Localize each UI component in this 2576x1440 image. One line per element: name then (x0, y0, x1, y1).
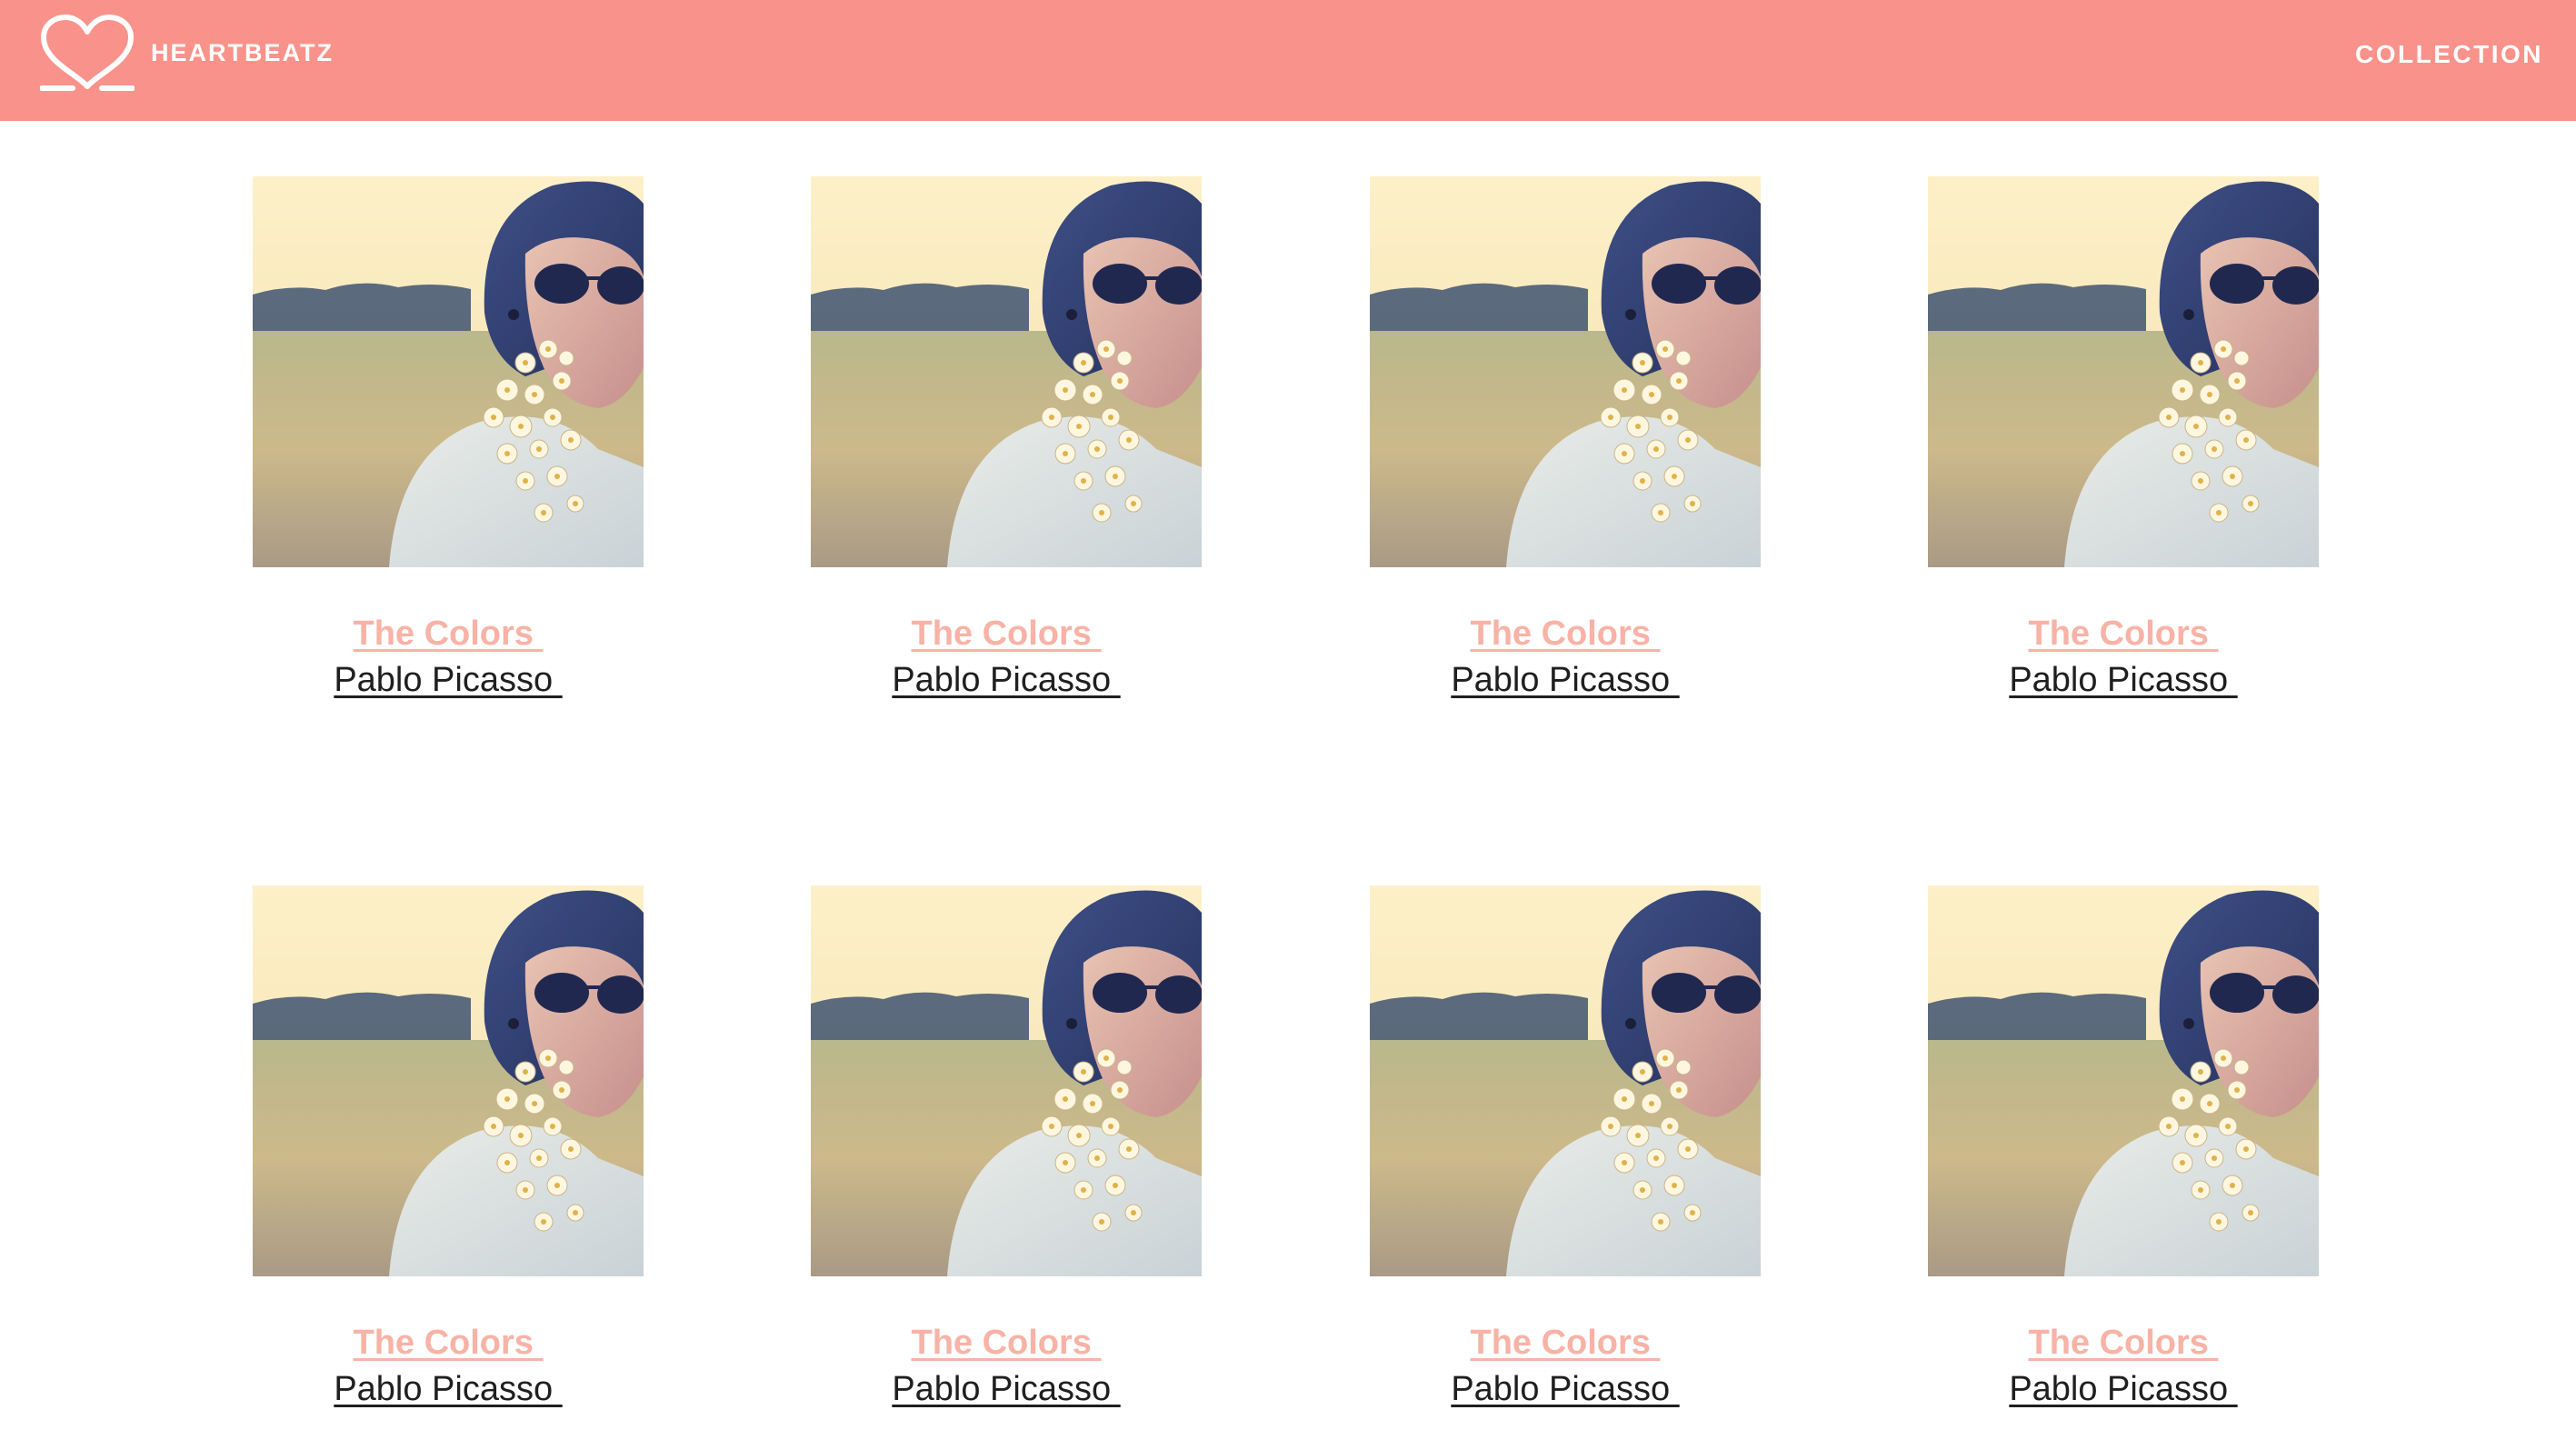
album-artist-link[interactable]: Pablo Picasso (1451, 661, 1679, 700)
album-cover-image[interactable] (811, 885, 1202, 1276)
album-artist-link[interactable]: Pablo Picasso (1451, 1370, 1679, 1409)
album-grid: The Colors Pablo Picasso The Colors Pabl… (0, 0, 2576, 1440)
album-title-link[interactable]: The Colors (353, 615, 543, 654)
album-cover-image[interactable] (253, 176, 644, 567)
album-title-link[interactable]: The Colors (911, 1324, 1101, 1363)
album-card: The Colors Pablo Picasso (811, 885, 1202, 1409)
album-title-link[interactable]: The Colors (911, 615, 1101, 654)
album-card: The Colors Pablo Picasso (253, 885, 644, 1409)
album-cover-image[interactable] (811, 176, 1202, 567)
album-card: The Colors Pablo Picasso (253, 176, 644, 700)
album-cover-image[interactable] (1928, 885, 2319, 1276)
album-artist-link[interactable]: Pablo Picasso (2009, 1370, 2237, 1409)
album-cover-image[interactable] (1928, 176, 2319, 567)
album-title-link[interactable]: The Colors (2028, 1324, 2218, 1363)
album-artist-link[interactable]: Pablo Picasso (334, 661, 562, 700)
album-title-link[interactable]: The Colors (1470, 1324, 1660, 1363)
album-card: The Colors Pablo Picasso (1928, 176, 2319, 700)
album-card: The Colors Pablo Picasso (1370, 176, 1761, 700)
album-cover-image[interactable] (253, 885, 644, 1276)
album-artist-link[interactable]: Pablo Picasso (2009, 661, 2237, 700)
album-title-link[interactable]: The Colors (1470, 615, 1660, 654)
album-card: The Colors Pablo Picasso (1370, 885, 1761, 1409)
album-artist-link[interactable]: Pablo Picasso (334, 1370, 562, 1409)
album-cover-image[interactable] (1370, 885, 1761, 1276)
album-title-link[interactable]: The Colors (353, 1324, 543, 1363)
album-card: The Colors Pablo Picasso (1928, 885, 2319, 1409)
album-artist-link[interactable]: Pablo Picasso (892, 661, 1120, 700)
album-artist-link[interactable]: Pablo Picasso (892, 1370, 1120, 1409)
album-title-link[interactable]: The Colors (2028, 615, 2218, 654)
album-card: The Colors Pablo Picasso (811, 176, 1202, 700)
album-cover-image[interactable] (1370, 176, 1761, 567)
